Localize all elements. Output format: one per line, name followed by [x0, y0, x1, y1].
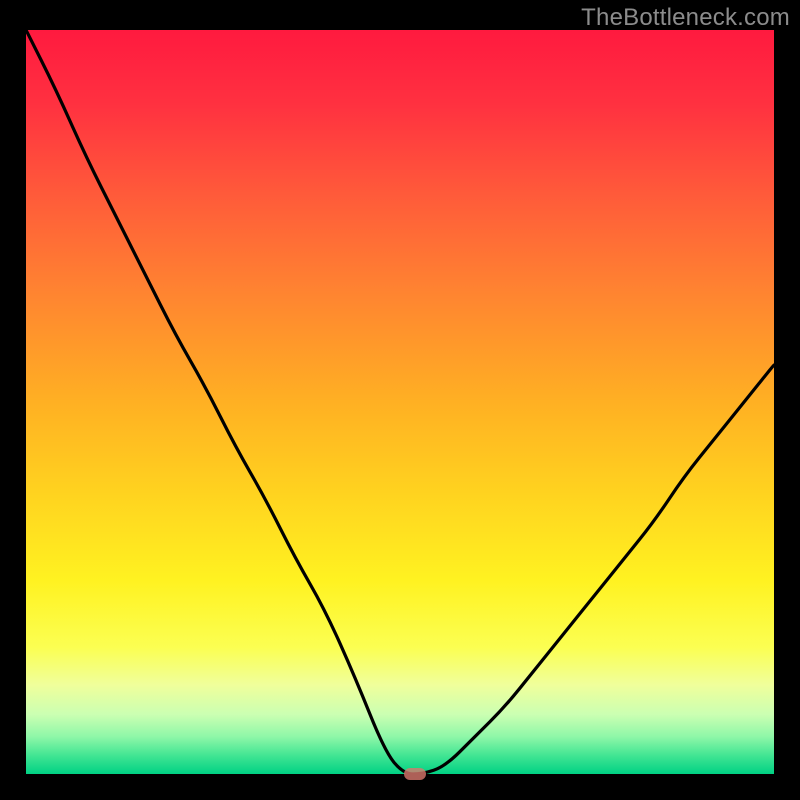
bottleneck-curve — [26, 30, 774, 774]
minimum-marker — [404, 768, 426, 780]
plot-area — [26, 30, 774, 774]
watermark-text: TheBottleneck.com — [581, 4, 790, 32]
chart-frame: TheBottleneck.com — [0, 0, 800, 800]
